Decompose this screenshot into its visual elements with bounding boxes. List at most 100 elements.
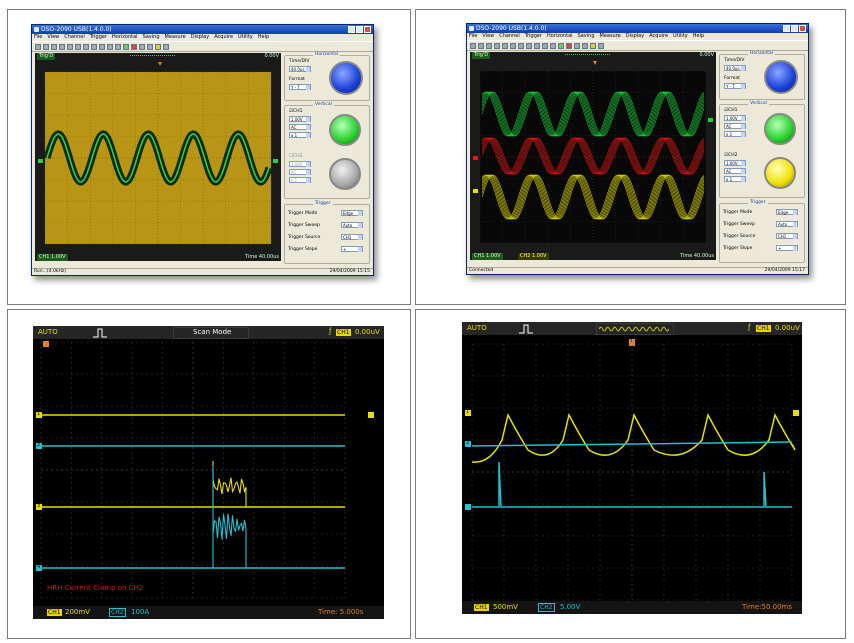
ch1-checkbox[interactable]: ☑CH1 <box>289 109 302 114</box>
time-knob[interactable] <box>329 61 363 95</box>
menu-item[interactable]: Measure <box>165 34 186 40</box>
menu-bar: File View Channel Trigger Horizontal Saving Me… <box>467 33 808 40</box>
ch2-knob[interactable] <box>329 158 361 190</box>
stop-icon[interactable] <box>566 42 572 49</box>
trigger-source-select[interactable]: CH1 <box>341 234 363 240</box>
ch1-volt-select[interactable]: 1.00V <box>724 115 746 121</box>
auto-icon[interactable] <box>139 43 145 50</box>
copy-icon[interactable] <box>494 42 500 49</box>
copy-icon[interactable] <box>59 43 65 50</box>
maximize-button[interactable] <box>356 26 363 33</box>
menu-item[interactable]: File <box>469 33 477 39</box>
trigger-slope-select[interactable]: + <box>341 246 363 252</box>
zoom-icon[interactable] <box>91 43 97 50</box>
math-icon[interactable] <box>542 42 548 49</box>
menu-item[interactable]: Help <box>258 34 269 40</box>
ch2-coupling-select[interactable]: AC <box>724 168 746 174</box>
wave-icon[interactable] <box>550 42 556 49</box>
minimize-button[interactable] <box>783 25 790 32</box>
cut-icon[interactable] <box>502 42 508 49</box>
record-icon[interactable] <box>147 43 153 50</box>
ch2-volt-select[interactable]: 1.00V <box>289 161 311 167</box>
format-select[interactable]: Y - T <box>724 83 746 89</box>
help-icon[interactable] <box>163 43 169 50</box>
menu-item[interactable]: Utility <box>238 34 253 40</box>
stop-icon[interactable] <box>131 43 137 50</box>
menu-item[interactable]: Horizontal <box>112 34 138 40</box>
menu-item[interactable]: Horizontal <box>547 33 573 39</box>
ch2-checkbox[interactable]: ☑CH2 <box>724 153 737 158</box>
run-icon[interactable] <box>558 42 564 49</box>
measure-icon[interactable] <box>518 42 524 49</box>
menu-item[interactable]: Trigger <box>90 34 107 40</box>
math-icon[interactable] <box>107 43 113 50</box>
scope-screen[interactable] <box>35 60 281 254</box>
trigger-mode-select[interactable]: Edge <box>341 210 363 216</box>
auto-icon[interactable] <box>574 42 580 49</box>
trigger-sweep-select[interactable]: Auto <box>776 221 798 227</box>
ch1-coupling-select[interactable]: AC <box>724 123 746 129</box>
menu-item[interactable]: Utility <box>673 33 688 39</box>
cursor-icon[interactable] <box>510 42 516 49</box>
ch2-knob[interactable] <box>764 157 796 189</box>
menu-item[interactable]: Acquire <box>214 34 233 40</box>
menu-item[interactable]: Help <box>693 33 704 39</box>
trigger-mode-select[interactable]: Edge <box>776 209 798 215</box>
menu-item[interactable]: File <box>34 34 42 40</box>
menu-item[interactable]: Saving <box>578 33 595 39</box>
menu-item[interactable]: Acquire <box>649 33 668 39</box>
open-icon[interactable] <box>35 43 41 50</box>
maximize-button[interactable] <box>791 25 798 32</box>
ch1-probe-select[interactable]: x 1 <box>289 132 311 138</box>
trigger-source-select[interactable]: CH1 <box>776 233 798 239</box>
settings-icon[interactable] <box>590 42 596 49</box>
settings-icon[interactable] <box>155 43 161 50</box>
ch2-checkbox[interactable]: ☐CH2 <box>289 154 302 159</box>
ch1-knob[interactable] <box>764 113 796 145</box>
ch2-probe-select[interactable]: x 1 <box>289 177 311 183</box>
minimize-button[interactable] <box>348 26 355 33</box>
close-button[interactable] <box>364 26 371 33</box>
zoom-icon[interactable] <box>526 42 532 49</box>
ch2-probe-select[interactable]: x 1 <box>724 176 746 182</box>
ch1-volt-select[interactable]: 1.00V <box>289 116 311 122</box>
help-icon[interactable] <box>598 42 604 49</box>
save-icon[interactable] <box>478 42 484 49</box>
time-knob[interactable] <box>764 60 798 94</box>
save-icon[interactable] <box>43 43 49 50</box>
ch1-coupling-select[interactable]: AC <box>289 124 311 130</box>
fft-icon[interactable] <box>99 43 105 50</box>
measure-icon[interactable] <box>83 43 89 50</box>
ch1-knob[interactable] <box>329 114 361 146</box>
menu-item[interactable]: Trigger <box>525 33 542 39</box>
trigger-sweep-select[interactable]: Auto <box>341 222 363 228</box>
menu-item[interactable]: Display <box>626 33 644 39</box>
ch1-checkbox[interactable]: ☑CH1 <box>724 108 737 113</box>
open-icon[interactable] <box>470 42 476 49</box>
ch2-coupling-select[interactable]: AC <box>289 169 311 175</box>
time-div-select[interactable]: 40.0us <box>289 66 311 72</box>
scope-screen[interactable] <box>470 59 716 253</box>
print-icon[interactable] <box>51 43 57 50</box>
print-icon[interactable] <box>486 42 492 49</box>
menu-item[interactable]: Channel <box>64 34 85 40</box>
ch2-volt-select[interactable]: 1.00V <box>724 160 746 166</box>
cursor-icon[interactable] <box>75 43 81 50</box>
wave-icon[interactable] <box>115 43 121 50</box>
format-select[interactable]: Y - T <box>289 84 311 90</box>
menu-item[interactable]: View <box>482 33 494 39</box>
menu-item[interactable]: View <box>47 34 59 40</box>
menu-item[interactable]: Display <box>191 34 209 40</box>
record-icon[interactable] <box>582 42 588 49</box>
close-button[interactable] <box>799 25 806 32</box>
run-icon[interactable] <box>123 43 129 50</box>
vertical-title: Vertical <box>748 101 769 106</box>
menu-item[interactable]: Channel <box>499 33 520 39</box>
ch1-probe-select[interactable]: x 1 <box>724 131 746 137</box>
menu-item[interactable]: Measure <box>600 33 621 39</box>
trigger-slope-select[interactable]: + <box>776 245 798 251</box>
fft-icon[interactable] <box>534 42 540 49</box>
time-div-select[interactable]: 40.0us <box>724 65 746 71</box>
menu-item[interactable]: Saving <box>143 34 160 40</box>
cut-icon[interactable] <box>67 43 73 50</box>
